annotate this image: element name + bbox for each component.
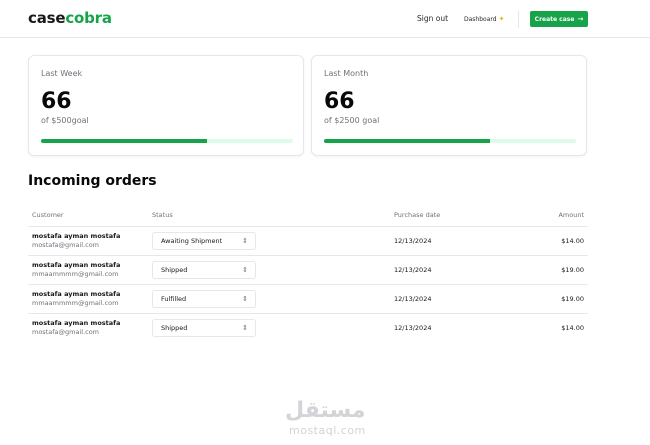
stat-value: 66 (324, 89, 355, 114)
stat-card-last-month: Last Month 66 of $2500 goal (311, 55, 587, 156)
customer-name: mostafa ayman mostafa (32, 319, 121, 327)
status-value: Fulfilled (161, 295, 187, 303)
dashboard-link[interactable]: Dashboard ✦ (464, 15, 504, 23)
page-title: Incoming orders (28, 173, 157, 189)
order-amount: $19.00 (561, 266, 584, 274)
create-case-button[interactable]: Create case → (530, 11, 588, 27)
order-amount: $19.00 (561, 295, 584, 303)
stat-card-last-week: Last Week 66 of $500goal (28, 55, 304, 156)
purchase-date: 12/13/2024 (394, 266, 432, 274)
order-amount: $14.00 (561, 324, 584, 332)
progress-fill (324, 139, 491, 143)
stat-label: Last Week (41, 69, 83, 78)
table-row: mostafa ayman mostafa mostafa@gmail.com … (28, 313, 588, 342)
status-select[interactable]: Shipped ⇕ (152, 319, 256, 337)
chevron-up-down-icon: ⇕ (242, 266, 248, 274)
logo-case: case (28, 9, 66, 27)
stat-value: 66 (41, 89, 72, 114)
table-row: mostafa ayman mostafa mmaammmm@gmail.com… (28, 255, 588, 284)
stat-goal: of $2500 goal (324, 116, 380, 125)
sign-out-button[interactable]: Sign out (417, 14, 448, 23)
logo[interactable]: casecobra (28, 9, 112, 27)
nav-divider (518, 11, 519, 28)
purchase-date: 12/13/2024 (394, 237, 432, 245)
navbar: casecobra Sign out Dashboard ✦ Create cas… (0, 0, 650, 38)
column-header-status: Status (152, 211, 173, 219)
customer-name: mostafa ayman mostafa (32, 232, 121, 240)
customer-email: mostafa@gmail.com (32, 241, 99, 249)
status-value: Awaiting Shipment (161, 237, 223, 245)
chevron-up-down-icon: ⇕ (242, 295, 248, 303)
progress-bar (41, 139, 293, 143)
table-row: mostafa ayman mostafa mostafa@gmail.com … (28, 226, 588, 255)
watermark-logo: مستقل (285, 398, 366, 423)
customer-name: mostafa ayman mostafa (32, 261, 121, 269)
customer-name: mostafa ayman mostafa (32, 290, 121, 298)
progress-fill (41, 139, 208, 143)
status-select[interactable]: Fulfilled ⇕ (152, 290, 256, 308)
status-select[interactable]: Awaiting Shipment ⇕ (152, 232, 256, 250)
customer-email: mmaammmm@gmail.com (32, 299, 119, 307)
status-value: Shipped (161, 266, 188, 274)
purchase-date: 12/13/2024 (394, 324, 432, 332)
create-case-label: Create case (534, 15, 575, 23)
column-header-customer: Customer (32, 211, 64, 219)
column-header-purchase-date: Purchase date (394, 211, 441, 219)
stat-goal: of $500goal (41, 116, 89, 125)
watermark-url: mostaql.com (289, 424, 366, 437)
dashboard-label: Dashboard (464, 16, 497, 23)
stat-label: Last Month (324, 69, 369, 78)
order-amount: $14.00 (561, 237, 584, 245)
status-value: Shipped (161, 324, 188, 332)
table-row: mostafa ayman mostafa mmaammmm@gmail.com… (28, 284, 588, 313)
customer-email: mmaammmm@gmail.com (32, 270, 119, 278)
customer-email: mostafa@gmail.com (32, 328, 99, 336)
purchase-date: 12/13/2024 (394, 295, 432, 303)
arrow-right-icon: → (577, 15, 584, 23)
logo-cobra: cobra (65, 9, 112, 27)
sparkles-icon: ✦ (498, 15, 505, 23)
column-header-amount: Amount (558, 211, 584, 219)
chevron-up-down-icon: ⇕ (242, 237, 248, 245)
status-select[interactable]: Shipped ⇕ (152, 261, 256, 279)
progress-bar (324, 139, 576, 143)
chevron-up-down-icon: ⇕ (242, 324, 248, 332)
